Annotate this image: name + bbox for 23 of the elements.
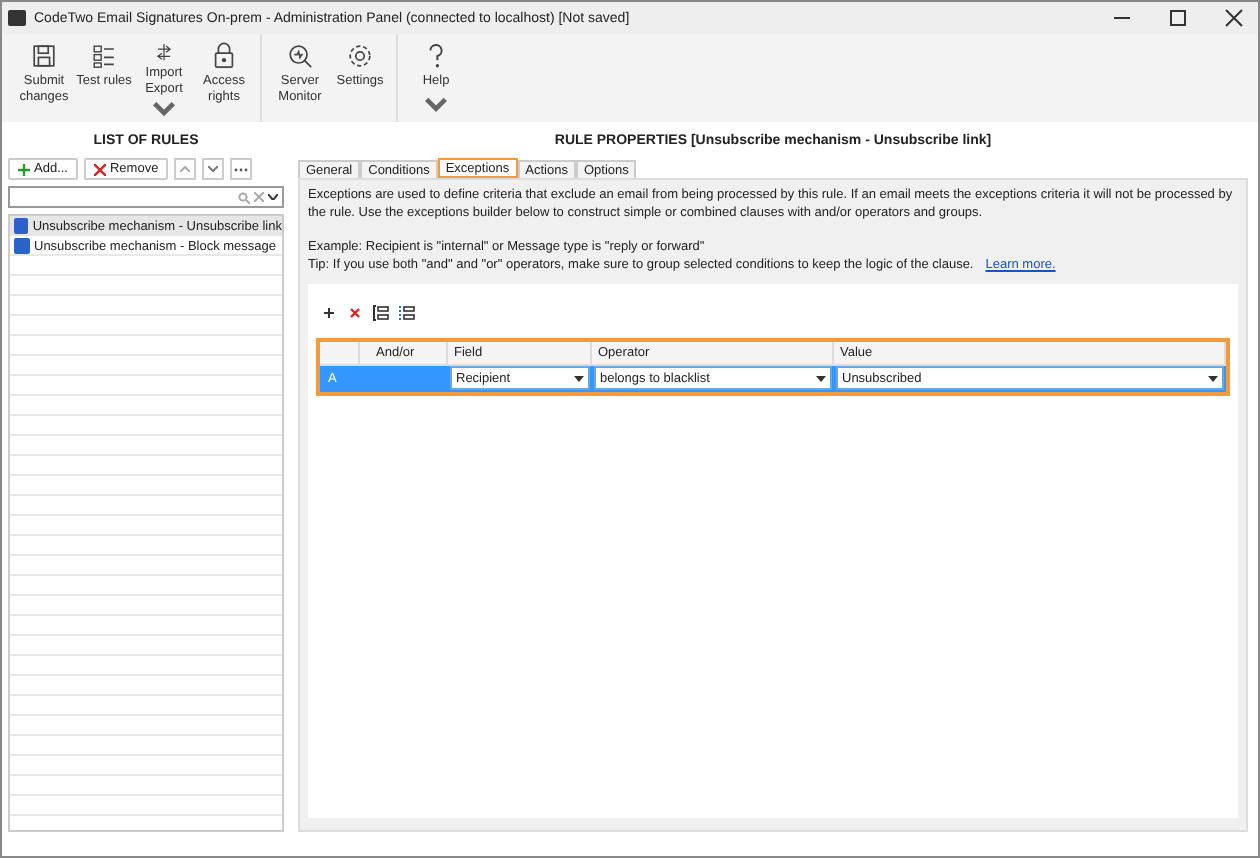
ungroup-icon[interactable] — [398, 303, 416, 322]
app-icon — [8, 10, 26, 26]
checkbox[interactable] — [14, 238, 30, 254]
dropdown-arrow-icon[interactable] — [816, 375, 826, 382]
dropdown-arrow-icon[interactable] — [574, 375, 584, 382]
gear-icon — [346, 42, 374, 70]
search-field[interactable] — [8, 186, 284, 208]
delete-icon — [93, 163, 106, 175]
plus-icon — [18, 163, 30, 175]
dropdown-arrow-icon[interactable] — [1208, 375, 1218, 382]
more-button[interactable] — [230, 158, 253, 180]
save-icon — [30, 42, 58, 70]
lock-icon — [210, 42, 238, 70]
group-icon[interactable] — [372, 303, 390, 322]
move-down-button[interactable] — [202, 158, 225, 180]
add-icon[interactable] — [320, 303, 338, 322]
search-icon — [238, 191, 250, 203]
checkbox[interactable] — [14, 218, 29, 234]
delete-icon[interactable] — [346, 303, 364, 322]
table-cell[interactable] — [360, 365, 448, 392]
header-cell — [320, 341, 360, 366]
monitor-icon — [286, 42, 314, 70]
checklist-icon — [90, 42, 118, 70]
